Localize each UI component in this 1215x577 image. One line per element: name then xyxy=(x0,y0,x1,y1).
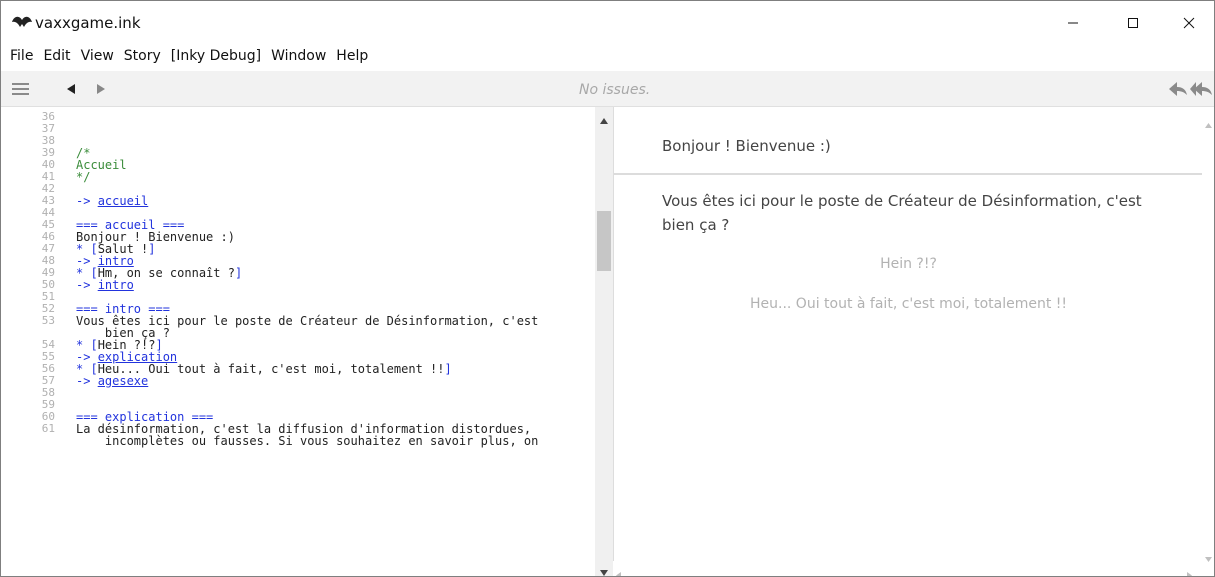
code-token: ] xyxy=(444,362,452,376)
window-title: vaxxgame.ink xyxy=(35,14,141,32)
player-horizontal-scrollbar[interactable] xyxy=(613,561,1202,576)
scroll-left-icon[interactable] xyxy=(616,566,621,576)
menu-story[interactable]: Story xyxy=(119,48,166,64)
scroll-down-icon[interactable] xyxy=(600,563,608,576)
story-choice[interactable]: Hein ?!? xyxy=(614,256,1202,272)
story-choice[interactable]: Heu... Oui tout à fait, c'est moi, total… xyxy=(614,296,1202,312)
close-icon xyxy=(1183,17,1195,29)
menu-window[interactable]: Window xyxy=(266,48,331,64)
menu-help[interactable]: Help xyxy=(331,48,373,64)
rewind-icon[interactable] xyxy=(1167,79,1189,99)
menu-file[interactable]: File xyxy=(5,48,38,64)
knot-link[interactable]: intro xyxy=(98,278,134,292)
scroll-up-icon[interactable] xyxy=(1205,115,1212,133)
code-line[interactable]: */ xyxy=(76,171,90,183)
scroll-up-icon[interactable] xyxy=(600,111,608,129)
forward-arrow-icon[interactable] xyxy=(94,79,108,99)
code-token: -> xyxy=(76,194,98,208)
line-number: 53 xyxy=(41,314,55,327)
editor-scrollbar[interactable] xyxy=(595,107,613,576)
editor-scrollbar-thumb[interactable] xyxy=(597,211,611,271)
code-token: Heu... Oui tout à fait, c'est moi, total… xyxy=(97,362,445,376)
code-line[interactable]: incomplètes ou fausses. Si vous souhaite… xyxy=(76,435,538,447)
scroll-right-icon[interactable] xyxy=(1187,566,1192,576)
line-number: 61 xyxy=(41,422,55,435)
title-bar[interactable]: vaxxgame.ink xyxy=(1,1,1214,45)
code-line[interactable]: -> accueil xyxy=(76,195,148,207)
player-scrollbar[interactable] xyxy=(1202,107,1214,576)
story-paragraph-line-2: bien ça ? xyxy=(662,216,730,234)
maximize-button[interactable] xyxy=(1110,1,1156,45)
menu-inky-debug[interactable]: [Inky Debug] xyxy=(166,48,266,64)
minimize-icon xyxy=(1068,22,1078,24)
line-number-gutter: 36 37 38 39 40 41 42 43 44 45 46 47 48 49 50 51 52 53 54 55… xyxy=(1,107,63,576)
story-paragraph-line-1: Vous êtes ici pour le poste de Créateur … xyxy=(662,192,1142,210)
story-greeting: Bonjour ! Bienvenue :) xyxy=(662,137,831,155)
minimize-button[interactable] xyxy=(1050,1,1096,45)
hamburger-menu-icon[interactable] xyxy=(11,79,31,99)
code-editor[interactable]: 36 37 38 39 40 41 42 43 44 45 46 47 48 49 50 51 52 53 54 55… xyxy=(1,107,595,576)
knot-link[interactable]: accueil xyxy=(98,194,149,208)
menu-edit[interactable]: Edit xyxy=(38,48,75,64)
back-arrow-icon[interactable] xyxy=(64,79,78,99)
code-token: -> xyxy=(76,374,98,388)
app-icon xyxy=(11,13,33,29)
code-line[interactable]: -> intro xyxy=(76,279,134,291)
turn-separator xyxy=(614,173,1202,175)
code-token: ] xyxy=(234,266,243,280)
code-token: */ xyxy=(76,170,91,184)
toolbar: No issues. xyxy=(1,71,1214,107)
knot-link[interactable]: agesexe xyxy=(98,374,149,388)
code-token: ] xyxy=(148,242,156,256)
code-token: incomplètes ou fausses. Si vous souhaite… xyxy=(76,434,539,448)
issues-status: No issues. xyxy=(579,82,651,98)
menu-view[interactable]: View xyxy=(76,48,119,64)
story-player: Bonjour ! Bienvenue :) Vous êtes ici pou… xyxy=(613,107,1202,576)
app-window: vaxxgame.ink File Edit View Story [Inky … xyxy=(0,0,1215,577)
restart-icon[interactable] xyxy=(1188,79,1214,99)
maximize-icon xyxy=(1128,18,1138,28)
close-button[interactable] xyxy=(1166,1,1212,45)
code-line[interactable]: -> agesexe xyxy=(76,375,148,387)
code-token: -> xyxy=(76,278,98,292)
scroll-down-icon[interactable] xyxy=(1205,549,1212,567)
menu-bar: File Edit View Story [Inky Debug] Window… xyxy=(1,45,1214,67)
